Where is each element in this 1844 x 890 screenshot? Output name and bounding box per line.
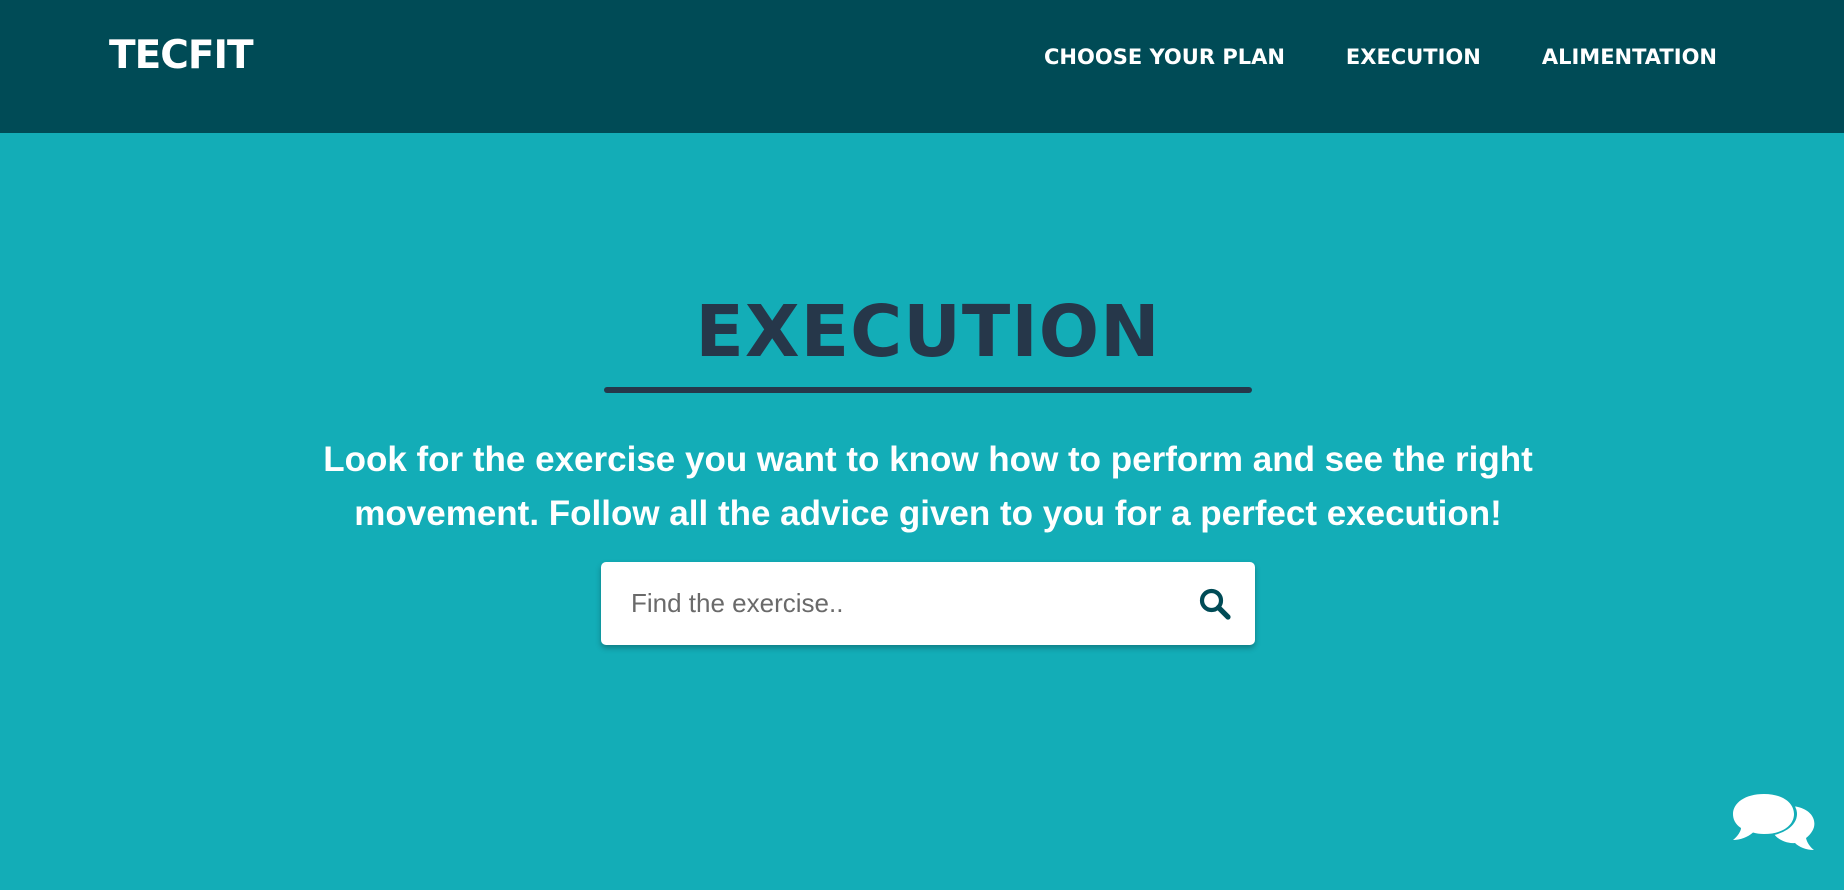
page-title: EXECUTION (695, 290, 1161, 373)
brand-logo[interactable]: TECFIT (109, 33, 254, 79)
page-description: Look for the exercise you want to know h… (323, 440, 1533, 533)
nav-link-choose-your-plan[interactable]: CHOOSE YOUR PLAN (1044, 44, 1285, 70)
search-bar (601, 562, 1255, 645)
search-icon[interactable] (1197, 586, 1233, 622)
nav-link-execution[interactable]: EXECUTION (1346, 44, 1481, 70)
title-underline (604, 387, 1252, 393)
chat-bubbles-icon[interactable] (1728, 790, 1816, 860)
search-input[interactable] (631, 562, 1151, 645)
top-navbar: TECFIT CHOOSE YOUR PLAN EXECUTION ALIMEN… (0, 0, 1844, 133)
nav-menu: CHOOSE YOUR PLAN EXECUTION ALIMENTATION (983, 44, 1717, 70)
hero-section: EXECUTION Look for the exercise you want… (0, 133, 1844, 890)
nav-link-alimentation[interactable]: ALIMENTATION (1542, 44, 1717, 70)
